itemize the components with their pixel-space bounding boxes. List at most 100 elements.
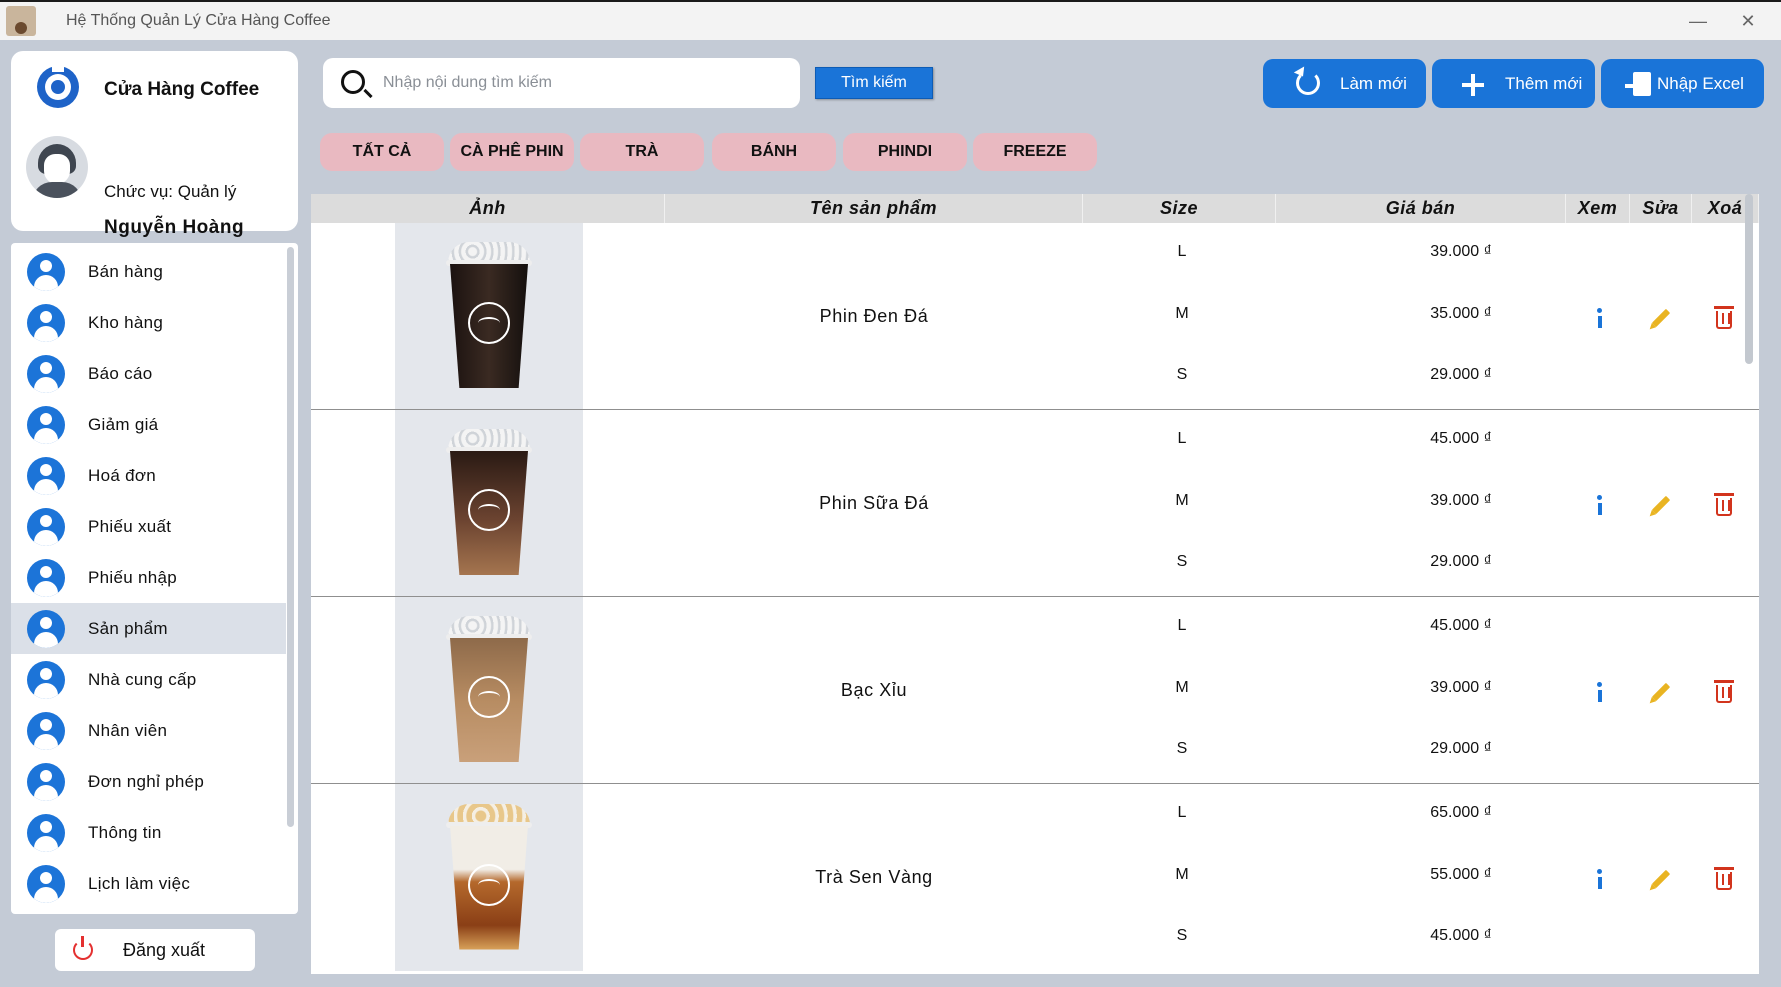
sidebar-item-label: Phiếu xuất xyxy=(88,516,172,536)
sidebar-item-bao-cao[interactable]: Báo cáo xyxy=(11,348,286,399)
sidebar-menu: Bán hàng Kho hàng Báo cáo Giảm giá Hoá đ… xyxy=(11,243,298,914)
sidebar-item-label: Báo cáo xyxy=(88,363,153,383)
product-image xyxy=(395,784,583,971)
table-row[interactable]: Phin Sữa Đá L 45.000 ₫ M 39.000 ₫ S 29.0… xyxy=(311,410,1759,597)
size-label: L xyxy=(1177,804,1187,821)
sidebar-item-phieu-xuat[interactable]: Phiếu xuất xyxy=(11,501,286,552)
plus-icon xyxy=(1462,74,1484,96)
sidebar-item-label: Bán hàng xyxy=(88,261,164,281)
category-chip-phin-coffee[interactable]: CÀ PHÊ PHIN xyxy=(450,133,574,171)
user-role: Chức vụ: Quản lý xyxy=(104,182,237,201)
view-button[interactable] xyxy=(1586,866,1612,892)
edit-button[interactable] xyxy=(1648,866,1674,892)
price-value: 39.000 ₫ xyxy=(1430,679,1492,696)
column-header-edit: Sửa xyxy=(1630,194,1692,223)
delete-button[interactable] xyxy=(1711,866,1737,892)
delete-button[interactable] xyxy=(1711,305,1737,331)
size-label: M xyxy=(1175,679,1189,696)
pencil-icon xyxy=(1651,495,1671,515)
category-chip-phindi[interactable]: PHINDI xyxy=(843,133,967,171)
minimize-icon[interactable]: — xyxy=(1673,2,1723,40)
sidebar-item-kho-hang[interactable]: Kho hàng xyxy=(11,297,286,348)
user-circle-icon xyxy=(27,405,65,444)
app-logo-icon xyxy=(6,6,36,36)
info-icon xyxy=(1597,308,1602,328)
sidebar-item-label: Hoá đơn xyxy=(88,465,157,485)
sidebar-item-hoa-don[interactable]: Hoá đơn xyxy=(11,450,286,501)
user-circle-icon xyxy=(27,813,65,852)
search-input[interactable] xyxy=(383,68,783,98)
info-icon xyxy=(1597,495,1602,515)
column-header-price: Giá bán xyxy=(1276,194,1566,223)
pencil-icon xyxy=(1651,682,1671,702)
user-circle-icon xyxy=(27,558,65,597)
edit-button[interactable] xyxy=(1648,305,1674,331)
table-scrollbar[interactable] xyxy=(1745,194,1753,364)
price-value: 29.000 ₫ xyxy=(1430,366,1492,383)
add-button[interactable]: Thêm mới xyxy=(1432,59,1595,108)
product-image xyxy=(395,410,583,596)
sidebar-item-label: Nhân viên xyxy=(88,720,168,740)
size-label: S xyxy=(1176,927,1188,944)
view-button[interactable] xyxy=(1586,492,1612,518)
import-excel-button[interactable]: Nhập Excel xyxy=(1601,59,1764,108)
product-name: Bạc Xỉu xyxy=(840,679,908,700)
price-value: 45.000 ₫ xyxy=(1430,430,1492,447)
size-label: L xyxy=(1177,430,1187,447)
column-header-image: Ảnh xyxy=(311,194,665,223)
product-name: Phin Đen Đá xyxy=(819,305,929,326)
trash-icon xyxy=(1714,867,1734,890)
sidebar-item-thong-tin[interactable]: Thông tin xyxy=(11,807,286,858)
table-row[interactable]: Bạc Xỉu L 45.000 ₫ M 39.000 ₫ S 29.000 ₫ xyxy=(311,597,1759,784)
view-button[interactable] xyxy=(1586,679,1612,705)
power-icon xyxy=(73,936,93,960)
user-circle-icon xyxy=(27,303,65,342)
sidebar-item-don-nghi-phep[interactable]: Đơn nghỉ phép xyxy=(11,756,286,807)
category-chip-freeze[interactable]: FREEZE xyxy=(973,133,1097,171)
sidebar-item-lich-lam-viec[interactable]: Lịch làm việc xyxy=(11,858,286,909)
table-row[interactable]: Trà Sen Vàng L 65.000 ₫ M 55.000 ₫ S 45.… xyxy=(311,784,1759,971)
user-circle-icon xyxy=(27,456,65,495)
column-header-size: Size xyxy=(1083,194,1276,223)
size-label: S xyxy=(1176,553,1188,570)
sidebar-item-label: Lịch làm việc xyxy=(88,873,191,893)
sidebar-scrollbar[interactable] xyxy=(287,247,294,827)
close-icon[interactable]: ✕ xyxy=(1723,2,1773,40)
price-value: 29.000 ₫ xyxy=(1430,553,1492,570)
edit-button[interactable] xyxy=(1648,492,1674,518)
price-value: 45.000 ₫ xyxy=(1430,617,1492,634)
trash-icon xyxy=(1714,680,1734,703)
store-name: Cửa Hàng Coffee xyxy=(104,79,260,100)
price-value: 39.000 ₫ xyxy=(1430,243,1492,260)
sidebar-item-giam-gia[interactable]: Giảm giá xyxy=(11,399,286,450)
user-circle-icon xyxy=(27,354,65,393)
delete-button[interactable] xyxy=(1711,492,1737,518)
category-chip-tea[interactable]: TRÀ xyxy=(580,133,704,171)
size-label: S xyxy=(1176,366,1188,383)
size-label: L xyxy=(1177,243,1187,260)
sidebar-item-label: Phiếu nhập xyxy=(88,567,178,587)
price-value: 35.000 ₫ xyxy=(1430,305,1492,322)
search-button[interactable]: Tìm kiếm xyxy=(815,67,933,99)
sidebar-item-label: Đơn nghỉ phép xyxy=(88,771,205,791)
refresh-button[interactable]: Làm mới xyxy=(1263,59,1426,108)
size-label: M xyxy=(1175,866,1189,883)
category-chip-cake[interactable]: BÁNH xyxy=(712,133,836,171)
logout-button[interactable]: Đăng xuất xyxy=(55,929,255,971)
price-value: 45.000 ₫ xyxy=(1430,927,1492,944)
table-row[interactable]: Phin Đen Đá L 39.000 ₫ M 35.000 ₫ S 29.0… xyxy=(311,223,1759,410)
info-icon xyxy=(1597,869,1602,889)
delete-button[interactable] xyxy=(1711,679,1737,705)
sidebar-item-phieu-nhap[interactable]: Phiếu nhập xyxy=(11,552,286,603)
sidebar-item-ban-hang[interactable]: Bán hàng xyxy=(11,246,286,297)
sidebar-item-label: Sản phẩm xyxy=(88,618,168,638)
view-button[interactable] xyxy=(1586,305,1612,331)
category-chip-all[interactable]: TẤT CẢ xyxy=(320,133,444,171)
sidebar-item-nhan-vien[interactable]: Nhân viên xyxy=(11,705,286,756)
edit-button[interactable] xyxy=(1648,679,1674,705)
sidebar-item-nha-cung-cap[interactable]: Nhà cung cấp xyxy=(11,654,286,705)
sidebar-item-san-pham[interactable]: Sản phẩm xyxy=(11,603,286,654)
info-icon xyxy=(1597,682,1602,702)
column-header-name: Tên sản phẩm xyxy=(665,194,1083,223)
price-value: 29.000 ₫ xyxy=(1430,740,1492,757)
